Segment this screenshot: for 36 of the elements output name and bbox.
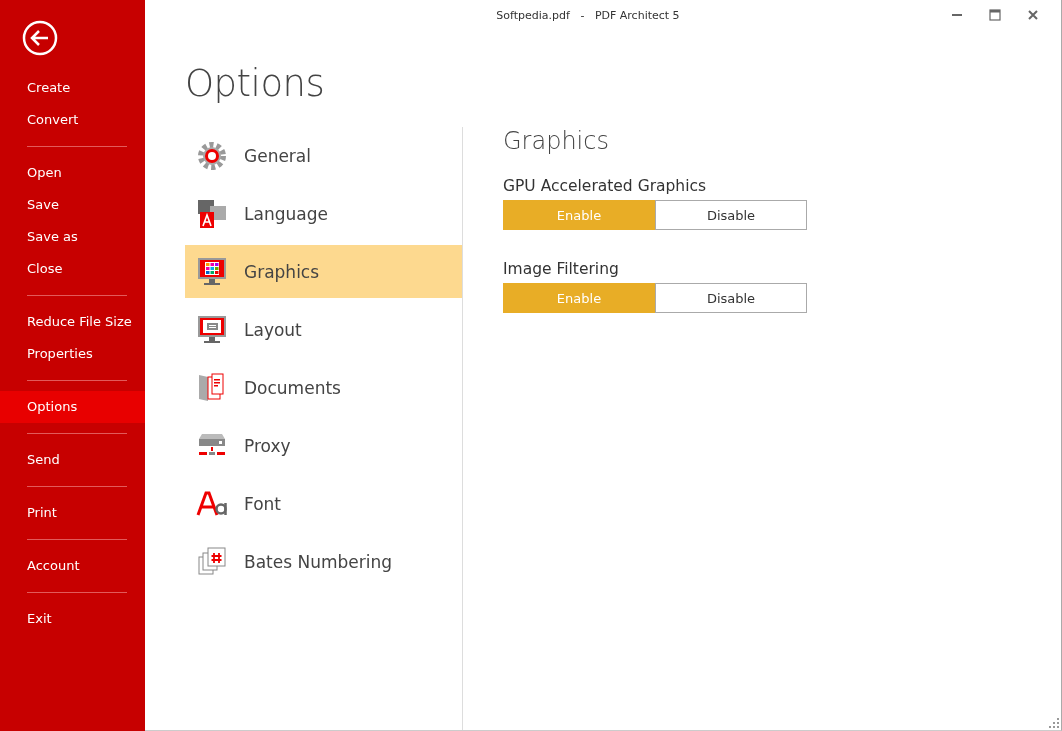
monitor-icon [196, 255, 228, 288]
category-item[interactable]: General [185, 129, 462, 182]
panel-title: Graphics [503, 127, 610, 155]
pages-icon [196, 545, 228, 578]
resize-grip-icon[interactable] [1049, 718, 1059, 728]
sidebar-item[interactable]: Open [0, 157, 145, 189]
sidebar-item[interactable]: Print [0, 497, 145, 529]
option-button[interactable]: Disable [655, 200, 807, 230]
sidebar-item[interactable]: Send [0, 444, 145, 476]
sidebar-item[interactable]: Save as [0, 221, 145, 253]
window-title: Softpedia.pdf - PDF Architect 5 [495, 8, 681, 22]
language-icon [196, 197, 228, 230]
category-item[interactable]: Graphics [185, 245, 462, 298]
gear-icon [196, 139, 228, 172]
sidebar-item[interactable]: Create [0, 72, 145, 104]
sidebar-item[interactable]: Reduce File Size [0, 306, 145, 338]
close-icon[interactable] [1027, 9, 1039, 21]
category-item[interactable]: Bates Numbering [185, 535, 462, 588]
category-item[interactable]: Layout [185, 303, 462, 356]
sidebar-item[interactable]: Account [0, 550, 145, 582]
category-item[interactable]: Language [185, 187, 462, 240]
category-item[interactable]: Documents [185, 361, 462, 414]
setting-label: Image Filtering [503, 260, 620, 278]
sidebar-item[interactable]: Save [0, 189, 145, 221]
maximize-icon[interactable] [989, 9, 1001, 21]
sidebar-item[interactable]: Exit [0, 603, 145, 635]
setting-label: GPU Accelerated Graphics [503, 177, 708, 195]
sidebar-item[interactable]: Convert [0, 104, 145, 136]
sidebar-item[interactable]: Close [0, 253, 145, 285]
sidebar-item[interactable]: Properties [0, 338, 145, 370]
page-title: Options [185, 62, 326, 105]
option-button[interactable]: Disable [655, 283, 807, 313]
category-item[interactable]: Proxy [185, 419, 462, 472]
sidebar-item[interactable]: Options [0, 391, 145, 423]
monitor-icon [196, 313, 228, 346]
category-item[interactable]: Font [185, 477, 462, 530]
